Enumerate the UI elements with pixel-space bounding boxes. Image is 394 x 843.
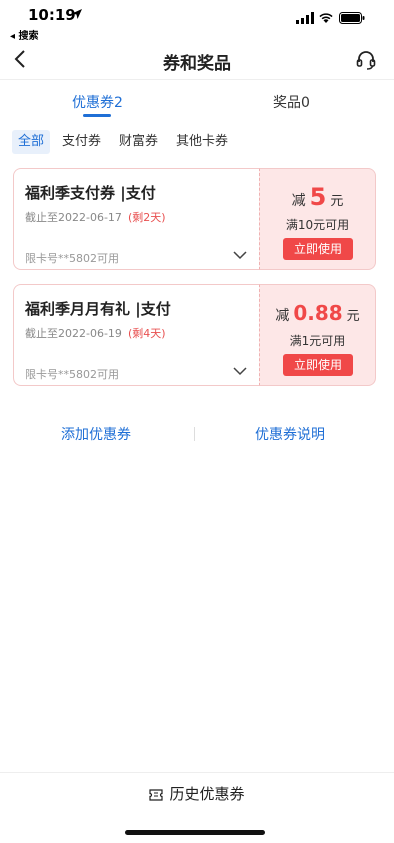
filter-wealth-coupons[interactable]: 财富券	[119, 130, 158, 154]
coupon-expiry-date: 截止至2022-06-17	[25, 211, 122, 224]
coupon-info: 福利季月月有礼 |支付 截止至2022-06-19 (剩4天) 限卡号**5802…	[13, 284, 260, 386]
filter-other-cards[interactable]: 其他卡券	[176, 130, 228, 154]
tab-prizes[interactable]: 奖品0	[273, 92, 310, 112]
use-now-button[interactable]: 立即使用	[283, 354, 353, 376]
coupon-amount-unit: 元	[346, 309, 360, 324]
add-coupon-link[interactable]: 添加优惠券	[61, 424, 131, 444]
coupon-value-panel: 减 0.88 元 满1元可用 立即使用	[259, 284, 376, 386]
ticket-icon	[149, 789, 164, 801]
chevron-down-icon[interactable]	[233, 250, 247, 260]
customer-service-headset-icon[interactable]	[355, 49, 377, 71]
coupon-condition: 满1元可用	[289, 334, 346, 348]
coupon-card[interactable]: 福利季月月有礼 |支付 截止至2022-06-19 (剩4天) 限卡号**5802…	[13, 284, 376, 386]
coupon-expiry: 截止至2022-06-19 (剩4天)	[25, 325, 166, 341]
coupon-value-panel: 减5元 满10元可用 立即使用	[259, 168, 376, 270]
coupon-days-remaining: (剩2天)	[127, 211, 166, 224]
cellular-signal-icon	[296, 12, 314, 24]
coupon-amount-prefix: 减	[275, 308, 290, 324]
coupon-card[interactable]: 福利季支付券 |支付 截止至2022-06-17 (剩2天) 限卡号**5802可…	[13, 168, 376, 270]
page-title: 券和奖品	[163, 54, 231, 74]
coupon-actions: 添加优惠券 优惠券说明	[0, 424, 394, 444]
coupon-amount: 减 0.88 元	[260, 301, 375, 325]
filter-all[interactable]: 全部	[12, 130, 51, 154]
coupon-help-link[interactable]: 优惠券说明	[255, 424, 325, 444]
filter-payment-coupons[interactable]: 支付券	[62, 130, 101, 154]
battery-icon	[339, 12, 365, 24]
coupon-expiry-date: 截止至2022-06-19	[25, 327, 122, 340]
status-bar: 10:19 ◂ 搜索	[0, 0, 394, 42]
wifi-icon	[319, 13, 333, 23]
chevron-down-icon[interactable]	[233, 366, 247, 376]
use-now-button[interactable]: 立即使用	[283, 238, 353, 260]
coupon-title: 福利季月月有礼 |支付	[25, 300, 171, 318]
coupon-title: 福利季支付券 |支付	[25, 184, 156, 202]
coupon-days-remaining: (剩4天)	[127, 327, 166, 340]
status-time: 10:19	[28, 6, 76, 24]
coupon-amount-prefix: 减	[291, 193, 306, 209]
home-indicator[interactable]	[125, 830, 265, 835]
coupon-info: 福利季支付券 |支付 截止至2022-06-17 (剩2天) 限卡号**5802可…	[13, 168, 260, 270]
active-tab-indicator	[83, 114, 111, 117]
coupon-card-limit: 限卡号**5802可用	[25, 368, 119, 381]
coupon-amount-unit: 元	[330, 194, 344, 209]
coupon-card-limit: 限卡号**5802可用	[25, 252, 119, 265]
history-coupons-button[interactable]: 历史优惠券	[0, 783, 394, 804]
tab-bar: 优惠券2 奖品0	[0, 86, 394, 120]
location-arrow-icon	[72, 9, 82, 19]
link-divider	[194, 427, 195, 441]
coupon-condition: 满10元可用	[285, 218, 350, 232]
bottom-bar: 历史优惠券	[0, 772, 394, 816]
tab-coupons[interactable]: 优惠券2	[72, 92, 123, 112]
navigation-bar: 券和奖品	[0, 40, 394, 80]
coupon-amount: 减5元	[260, 183, 375, 211]
coupon-expiry: 截止至2022-06-17 (剩2天)	[25, 209, 166, 225]
coupon-amount-value: 5	[309, 183, 327, 211]
coupon-amount-value: 0.88	[293, 301, 343, 325]
history-coupons-label: 历史优惠券	[169, 785, 245, 803]
